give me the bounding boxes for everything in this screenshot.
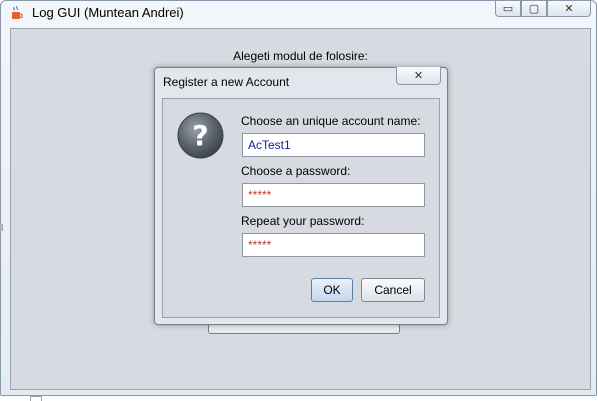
title-bar[interactable]: Log GUI (Muntean Andrei) ▭ ▢ ✕ [1, 1, 596, 27]
password-input[interactable] [242, 183, 425, 207]
close-icon: ✕ [564, 3, 574, 15]
account-name-input[interactable] [242, 133, 425, 157]
bottom-edge-mark [30, 396, 42, 401]
maximize-button[interactable]: ▢ [521, 1, 547, 17]
question-icon: ? [177, 112, 224, 159]
register-dialog: Register a new Account ✕ ? Choose an uni… [154, 67, 448, 325]
mode-prompt: Alegeti modul de folosire: [233, 49, 368, 63]
close-icon: ✕ [413, 70, 424, 82]
dialog-title: Register a new Account [163, 75, 290, 89]
window-title: Log GUI (Muntean Andrei) [32, 5, 184, 20]
account-name-label: Choose an unique account name: [241, 114, 421, 128]
minimize-icon: ▭ [502, 3, 514, 15]
dialog-body: ? Choose an unique account name: Choose … [162, 98, 440, 318]
desktop: Log GUI (Muntean Andrei) ▭ ▢ ✕ Alegeti m… [0, 0, 598, 401]
maximize-icon: ▢ [528, 3, 540, 15]
repeat-password-label: Repeat your password: [241, 214, 365, 228]
window-edge-mark [0, 224, 3, 231]
svg-text:?: ? [192, 119, 208, 152]
minimize-button[interactable]: ▭ [495, 1, 521, 17]
dialog-close-button[interactable]: ✕ [396, 67, 441, 85]
ok-button[interactable]: OK [311, 278, 353, 302]
repeat-password-input[interactable] [242, 233, 425, 257]
cancel-button[interactable]: Cancel [361, 278, 425, 302]
close-button[interactable]: ✕ [547, 1, 591, 17]
password-label: Choose a password: [241, 164, 351, 178]
java-cup-icon [12, 6, 23, 19]
